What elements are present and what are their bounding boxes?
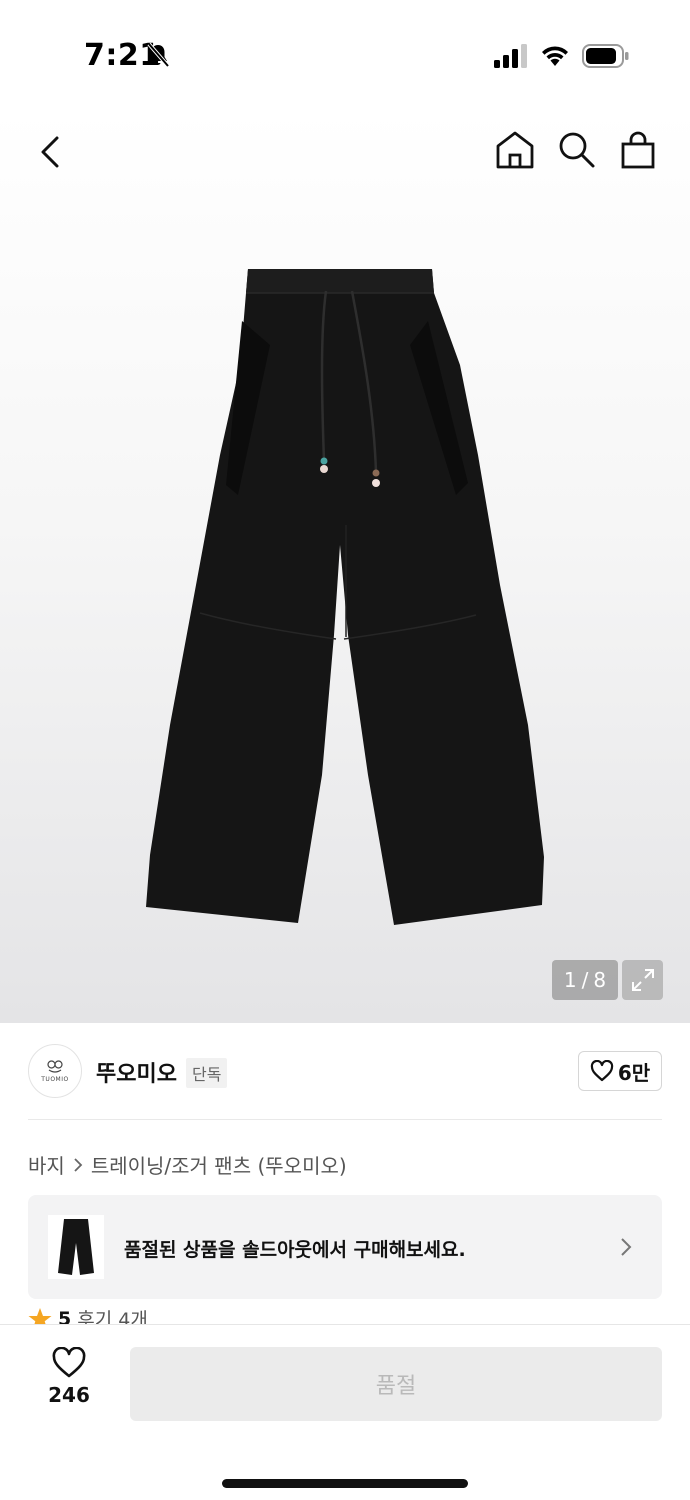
chevron-right-icon xyxy=(74,1157,83,1172)
search-icon xyxy=(559,132,595,168)
shopping-bag-button[interactable] xyxy=(618,130,658,174)
search-button[interactable] xyxy=(556,130,596,174)
expand-icon xyxy=(631,969,654,991)
breadcrumb-subcategory[interactable]: 트레이닝/조거 팬츠 (뚜오미오) xyxy=(91,1150,347,1179)
back-arrow-icon xyxy=(41,136,59,168)
brand-like-count: 6만 xyxy=(617,1060,651,1085)
image-pager: 1 / 8 xyxy=(552,960,618,1000)
soldout-banner[interactable]: 품절된 상품을 솔드아웃에서 구매해보세요. xyxy=(28,1195,662,1299)
home-button[interactable] xyxy=(494,130,536,174)
product-image[interactable] xyxy=(130,255,560,935)
brand-name[interactable]: 뚜오미오 xyxy=(96,1056,177,1088)
brand-logo-mark xyxy=(47,1059,63,1073)
pager-current: 1 xyxy=(563,968,577,992)
expand-button[interactable] xyxy=(622,960,663,1000)
pager-separator: / xyxy=(581,968,589,992)
brand-row: TUOMIO 뚜오미오 단독 6만 xyxy=(28,1044,662,1100)
exclusive-badge: 단독 xyxy=(186,1058,228,1088)
pants-thumbnail-icon xyxy=(58,1219,94,1275)
breadcrumb-category[interactable]: 바지 xyxy=(28,1150,65,1179)
sold-out-button[interactable]: 품절 xyxy=(130,1347,662,1421)
heart-icon xyxy=(590,1060,613,1082)
home-icon xyxy=(496,131,534,169)
breadcrumb: 바지 트레이닝/조거 팬츠 (뚜오미오) xyxy=(28,1150,347,1179)
chevron-right-icon xyxy=(621,1238,632,1256)
soldout-banner-text: 품절된 상품을 솔드아웃에서 구매해보세요. xyxy=(124,1239,466,1261)
soldout-thumbnail xyxy=(48,1215,104,1279)
shopping-bag-icon xyxy=(621,131,655,169)
cellular-signal-icon xyxy=(494,44,527,68)
brand-logo-text: TUOMIO xyxy=(41,1075,69,1083)
bell-off-icon xyxy=(147,42,170,68)
back-button[interactable] xyxy=(30,130,70,174)
brand-logo[interactable]: TUOMIO xyxy=(28,1044,82,1098)
divider xyxy=(28,1119,662,1120)
battery-icon xyxy=(582,44,629,68)
bottom-action-bar: 246 품절 xyxy=(0,1324,690,1500)
pager-total: 8 xyxy=(593,968,607,992)
wishlist-button[interactable]: 246 xyxy=(30,1347,108,1427)
wishlist-count: 246 xyxy=(48,1383,90,1407)
home-indicator[interactable] xyxy=(222,1479,468,1488)
status-bar: 7:21 xyxy=(0,0,690,110)
heart-icon xyxy=(52,1347,86,1378)
brand-like-button[interactable]: 6만 xyxy=(578,1051,662,1091)
wifi-icon xyxy=(542,46,568,66)
